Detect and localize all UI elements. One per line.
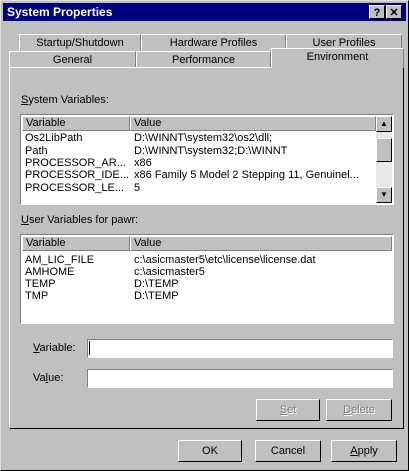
- tab-general[interactable]: General: [9, 51, 136, 68]
- list-item[interactable]: PROCESSOR_LE... 5: [25, 182, 140, 194]
- delete-button[interactable]: Delete: [326, 399, 392, 421]
- tab-startup-shutdown[interactable]: Startup/Shutdown: [19, 34, 141, 51]
- system-variables-label: System Variables:: [21, 94, 109, 106]
- list-item[interactable]: TMP D:\TEMP: [25, 290, 179, 302]
- list-item[interactable]: TEMP D:\TEMP: [25, 278, 179, 290]
- close-button[interactable]: ✕: [386, 5, 402, 19]
- text-caret: [89, 341, 90, 355]
- scroll-up-arrow-icon[interactable]: ▲: [376, 116, 392, 132]
- ok-button[interactable]: OK: [178, 440, 242, 462]
- tab-performance[interactable]: Performance: [136, 51, 271, 68]
- user-variables-list[interactable]: Variable Value AM_LIC_FILE c:\asicmaster5…: [20, 234, 394, 324]
- title-bar[interactable]: System Properties ? ✕: [3, 3, 406, 21]
- scroll-down-arrow-icon[interactable]: ▼: [376, 187, 392, 203]
- apply-button[interactable]: Apply: [331, 440, 397, 462]
- value-label: Value:: [33, 372, 64, 384]
- system-list-scrollbar[interactable]: ▲ ▼: [376, 116, 392, 203]
- scroll-thumb[interactable]: [376, 138, 392, 162]
- column-header-value[interactable]: Value: [130, 116, 376, 131]
- variable-input[interactable]: [87, 339, 393, 358]
- list-item[interactable]: Path D:\WINNT\system32;D:\WINNT: [25, 145, 287, 157]
- system-variables-list[interactable]: Variable Value Os2LibPath D:\WINNT\system…: [20, 114, 394, 205]
- window-title: System Properties: [7, 5, 113, 19]
- column-header-variable[interactable]: Variable: [22, 116, 130, 131]
- tab-hardware-profiles[interactable]: Hardware Profiles: [141, 34, 286, 51]
- cancel-button[interactable]: Cancel: [255, 440, 321, 462]
- variable-label: Variable:: [33, 342, 76, 354]
- list-item[interactable]: AM_LIC_FILE c:\asicmaster5\etc\license\li…: [25, 254, 316, 266]
- list-item[interactable]: Os2LibPath D:\WINNT\system32\os2\dll;: [25, 132, 272, 144]
- tab-environment[interactable]: Environment: [271, 48, 404, 68]
- list-item[interactable]: PROCESSOR_IDE... x86 Family 5 Model 2 Ste…: [25, 169, 359, 181]
- list-item[interactable]: PROCESSOR_AR... x86: [25, 157, 152, 169]
- value-input[interactable]: [87, 369, 393, 388]
- user-variables-label: User Variables for pawr:: [21, 214, 139, 226]
- set-button[interactable]: Set: [256, 399, 320, 421]
- help-button[interactable]: ?: [369, 5, 385, 19]
- column-header-value[interactable]: Value: [130, 236, 392, 251]
- column-header-variable[interactable]: Variable: [22, 236, 130, 251]
- list-item[interactable]: AMHOME c:\asicmaster5: [25, 266, 205, 278]
- system-properties-window: System Properties ? ✕ Startup/Shutdown H…: [0, 0, 409, 471]
